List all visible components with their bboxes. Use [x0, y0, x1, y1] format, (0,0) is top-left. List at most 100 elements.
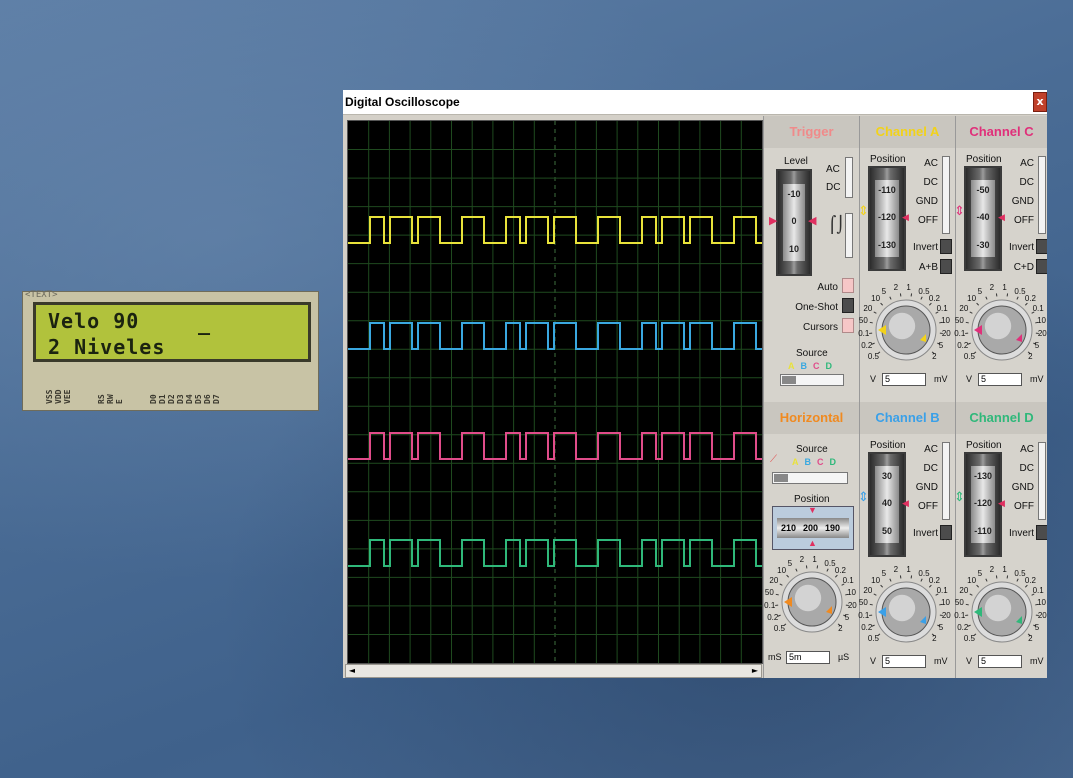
horizontal-marker-icon: ▲ — [808, 538, 817, 548]
trigger-level-scale[interactable]: -10 0 10 — [783, 184, 805, 261]
channel_d-knob-tick: 0.2 — [957, 623, 969, 633]
trigger-source-label: Source — [796, 348, 828, 359]
channel_b-knob-tick: 2 — [932, 633, 937, 643]
channel-d-panel: Channel D Position -130 -120 -110 ⇕ ◀ AC DC G… — [954, 402, 1047, 678]
channel_d-knob-tick: 20 — [1037, 610, 1047, 620]
channel_a-value-input[interactable]: 5 — [882, 373, 926, 386]
horizontal-source-slider[interactable] — [772, 472, 848, 484]
channel_c-coupling-gnd: GND — [1011, 196, 1034, 207]
channel_b-value-input[interactable]: 5 — [882, 655, 926, 668]
horizontal-source-a: A — [792, 457, 799, 467]
scroll-right-arrow[interactable]: ► — [749, 665, 761, 677]
channel_d-scale-tick: -110 — [974, 526, 992, 536]
channel_d-knob-tick: 20 — [959, 586, 969, 596]
trigger-source-thumb[interactable] — [782, 376, 796, 384]
channel_c-coupling-switch[interactable] — [1038, 156, 1046, 234]
channel_d-invert-button[interactable] — [1036, 525, 1047, 540]
channel_c-invert-button[interactable] — [1036, 239, 1047, 254]
channel_a-knob-tick: 10 — [871, 294, 881, 304]
channel_d-coupling-switch[interactable] — [1038, 442, 1046, 520]
channel_a-invert-button[interactable] — [940, 239, 952, 254]
channel_d-coupling-off: OFF — [1014, 501, 1034, 512]
channel_b-knob-tick: 0.2 — [928, 576, 940, 586]
channel_c-value-input[interactable]: 5 — [978, 373, 1022, 386]
trigger-coupling-switch[interactable] — [845, 157, 853, 198]
horizontal-scrollbar[interactable]: ◄ ► — [345, 664, 762, 678]
channel_a-coupling-gnd: GND — [915, 196, 938, 207]
trigger-source-b: B — [800, 361, 808, 371]
title-bar[interactable]: Digital Oscilloscope x — [343, 90, 1047, 115]
trigger-edge-switch[interactable] — [845, 213, 853, 258]
channel_d-volts-unit: V — [966, 656, 973, 666]
oscilloscope-window: Digital Oscilloscope x ◄ ► Trigger Level… — [343, 90, 1047, 678]
channel_c-combine-button[interactable] — [1036, 259, 1047, 274]
channel_a-coupling-dc: DC — [923, 177, 938, 188]
channel_d-scale-tick: -130 — [973, 471, 992, 481]
channel_d-knob-tick: 1 — [1002, 565, 1007, 575]
channel_c-knob-tick: 0.2 — [957, 341, 969, 351]
channel_c-invert-label: Invert — [1008, 242, 1034, 253]
scope-display — [347, 120, 763, 664]
horizontal-source-letters: ABCD — [792, 457, 852, 467]
channel_d-knob-tick: 0.2 — [1024, 576, 1036, 586]
channel_b-position-label: Position — [870, 440, 906, 451]
horizontal-knob-tick: 2 — [799, 555, 805, 565]
channel_d-position-scale[interactable]: -130 -120 -110 — [971, 466, 995, 543]
channel_b-coupling-off: OFF — [918, 501, 938, 512]
horizontal-scale-tick: 210 — [781, 523, 797, 533]
channel_d-knob-tick: 2 — [1028, 633, 1033, 643]
trigger-source-slider[interactable] — [780, 374, 844, 386]
channel_b-knob-tick: 0.2 — [861, 623, 873, 633]
channel_a-knob-tick: 0.2 — [928, 294, 940, 304]
cursors-label: Cursors — [802, 322, 838, 333]
channel_b-mv-unit: mV — [934, 656, 948, 666]
horizontal-source-d: D — [829, 457, 837, 467]
channel_d-coupling-dc: DC — [1019, 463, 1034, 474]
channel_b-volts-unit: V — [870, 656, 877, 666]
trigger-level-marker-icon: ◀ — [808, 215, 817, 227]
channel_a-coupling-switch[interactable] — [942, 156, 950, 234]
lcd-pin-label: RS — [97, 394, 106, 404]
channel-a-panel: Channel A Position -110 -120 -130 ⇕ ◀ AC DC G… — [858, 116, 955, 406]
channel_c-scale-tick: -40 — [976, 212, 990, 222]
channel_b-invert-button[interactable] — [940, 525, 952, 540]
channel_c-scale-tick: -50 — [976, 185, 990, 195]
channel_a-mv-unit: mV — [934, 374, 948, 384]
close-button[interactable]: x — [1033, 92, 1047, 112]
horizontal-knob-tick: 0.2 — [767, 613, 779, 623]
channel_c-knob-tick: 5 — [977, 287, 983, 297]
channel_c-knob-tick: 10 — [967, 294, 977, 304]
channel_c-knob-tick: 2 — [1028, 351, 1033, 361]
channel_b-position-scale[interactable]: 30 40 50 — [875, 466, 899, 543]
channel_a-knob-tick: 5 — [938, 341, 944, 351]
channel_a-position-scale[interactable]: -110 -120 -130 — [875, 180, 899, 257]
horizontal-position-scale[interactable]: 210 200 190 — [777, 518, 849, 538]
lcd-pin-label: D5 — [194, 394, 203, 404]
horizontal-value-input[interactable]: 5m — [786, 651, 830, 664]
lcd-pin-label: D1 — [158, 394, 167, 404]
channel_b-knob-tick: 1 — [906, 565, 911, 575]
channel_a-position-label: Position — [870, 154, 906, 165]
scroll-left-arrow[interactable]: ◄ — [346, 665, 358, 677]
horizontal-source-b: B — [804, 457, 812, 467]
channel_c-knob-tick: 0.1 — [954, 328, 966, 338]
channel_c-knob-tick: 1 — [1002, 283, 1007, 293]
horizontal-us-unit: µS — [838, 652, 850, 662]
channel_a-knob-tick: 50 — [858, 316, 868, 326]
lcd-pin-label: VSS — [45, 389, 54, 404]
auto-label: Auto — [817, 282, 838, 293]
channel_d-value-input[interactable]: 5 — [978, 655, 1022, 668]
channel_d-knob-tick: 0.5 — [963, 633, 975, 643]
channel_b-coupling-switch[interactable] — [942, 442, 950, 520]
channel_b-knob-tick: 0.5 — [867, 633, 879, 643]
channel_b-knob-tick: 2 — [893, 565, 899, 575]
lcd-pin-label: D0 — [149, 394, 158, 404]
channel_c-position-scale[interactable]: -50 -40 -30 — [971, 180, 995, 257]
lcd-pin-labels: VSS VDD VEE RS RW E D0 D1 D2 D3 D4 D5 D6 D7 — [45, 378, 315, 406]
channel_a-coupling-off: OFF — [918, 215, 938, 226]
lcd-cursor: _ — [198, 311, 212, 335]
horizontal-source-thumb[interactable] — [774, 474, 788, 482]
channel_c-knob-tick: 2 — [989, 283, 995, 293]
channel_a-combine-button[interactable] — [940, 259, 952, 274]
trigger-level-marker-icon: ▶ — [769, 215, 778, 227]
